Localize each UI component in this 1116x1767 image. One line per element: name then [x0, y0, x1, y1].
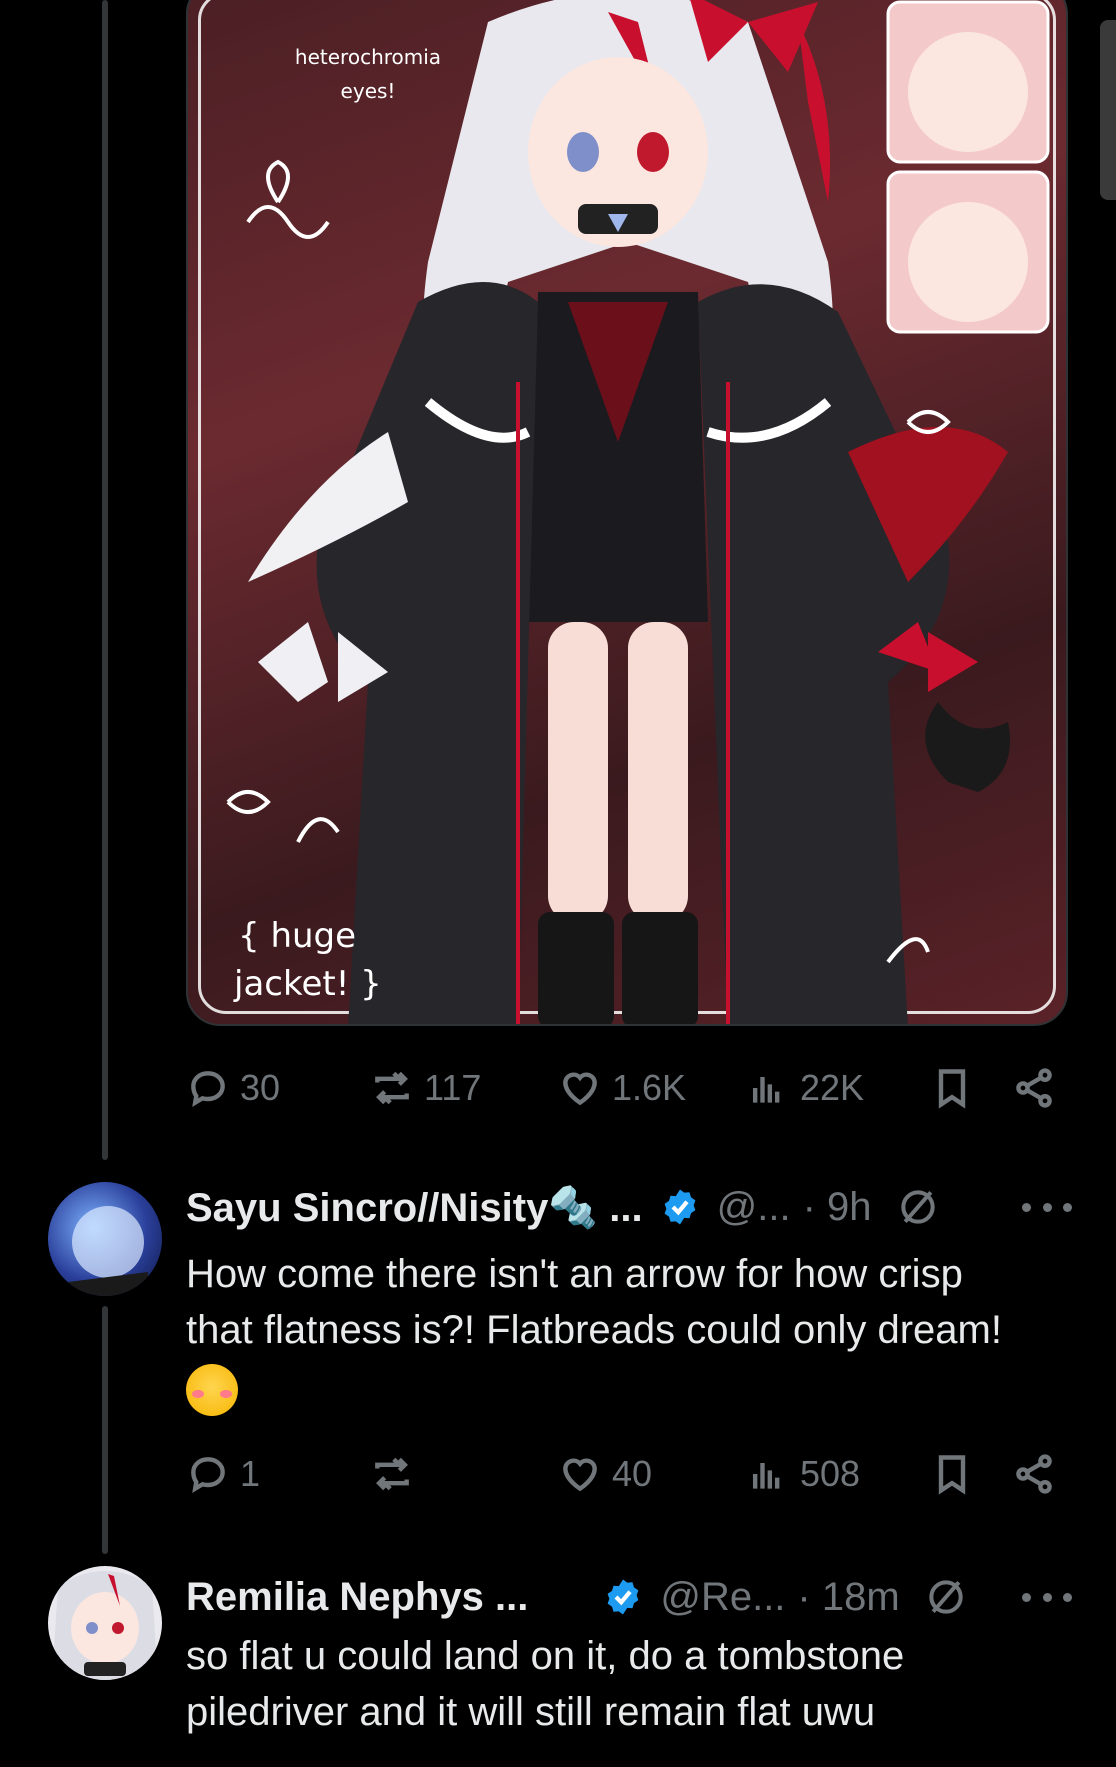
- reply-count: 30: [240, 1067, 281, 1108]
- repost-count: 117: [424, 1067, 482, 1108]
- handle[interactable]: @Re...: [660, 1575, 785, 1620]
- avatar-art: [68, 1206, 148, 1296]
- display-name[interactable]: Remilia Nephys ...: [186, 1575, 528, 1620]
- bookmark-button[interactable]: [930, 1066, 974, 1110]
- more-options-icon[interactable]: [1022, 1197, 1072, 1217]
- like-count: 1.6K: [612, 1067, 687, 1108]
- reply-text-line: that flatness is?! Flatbreads could only…: [186, 1308, 1002, 1352]
- timestamp[interactable]: · 9h: [803, 1185, 872, 1230]
- views-button[interactable]: 22K: [746, 1066, 864, 1110]
- scroll-handle[interactable]: [1100, 20, 1116, 200]
- thread-line-top: [102, 0, 108, 1160]
- character-illustration: [226, 0, 1050, 1024]
- timestamp[interactable]: · 18m: [797, 1575, 899, 1620]
- repost-button[interactable]: 117: [370, 1066, 481, 1110]
- bookmark-button[interactable]: [930, 1452, 974, 1496]
- reply-text-line: How come there isn't an arrow for how cr…: [186, 1252, 963, 1296]
- avatar-art: [52, 1571, 158, 1680]
- verified-badge-icon: [664, 1189, 696, 1225]
- heart-icon: [563, 1072, 597, 1106]
- views-count: 22K: [800, 1067, 865, 1108]
- reply-header: Remilia Nephys ... @Re... · 18m: [186, 1572, 1086, 1622]
- reply-actions: 1 40 508: [186, 1444, 1072, 1504]
- bookmark-icon: [938, 1069, 966, 1109]
- repost-icon: [375, 1457, 409, 1491]
- verified-badge-icon: [607, 1579, 639, 1615]
- reply-header: Sayu Sincro//Nisity🔩 ... @... · 9h: [186, 1182, 1086, 1232]
- reply-button[interactable]: 1: [186, 1452, 260, 1496]
- views-icon: [752, 1077, 780, 1103]
- reply-text: How come there isn't an arrow for how cr…: [186, 1246, 1076, 1417]
- share-button[interactable]: [1012, 1066, 1056, 1110]
- share-icon: [1016, 1454, 1052, 1494]
- thread-line-mid: [102, 1306, 108, 1554]
- reply-count: 1: [240, 1453, 261, 1494]
- like-button[interactable]: 1.6K: [558, 1066, 686, 1110]
- like-count: 40: [612, 1453, 653, 1494]
- display-name[interactable]: Sayu Sincro//Nisity🔩 ...: [186, 1184, 643, 1231]
- reply-icon: [191, 1071, 225, 1108]
- grok-icon[interactable]: [924, 1575, 968, 1619]
- like-button[interactable]: 40: [558, 1452, 652, 1496]
- heart-icon: [563, 1458, 597, 1492]
- bookmark-icon: [938, 1455, 966, 1495]
- grok-icon[interactable]: [896, 1185, 940, 1229]
- avatar[interactable]: [48, 1182, 162, 1296]
- reply-button[interactable]: 30: [186, 1066, 280, 1110]
- reply-text-line: piledriver and it will still remain flat…: [186, 1690, 876, 1734]
- views-button[interactable]: 508: [746, 1452, 860, 1496]
- handle[interactable]: @...: [717, 1185, 791, 1230]
- views-icon: [752, 1463, 780, 1489]
- image-note-huge: { huge: [238, 916, 357, 956]
- share-button[interactable]: [1012, 1452, 1056, 1496]
- share-icon: [1016, 1068, 1052, 1108]
- more-options-icon[interactable]: [1022, 1587, 1072, 1607]
- post-image[interactable]: heterochromia eyes! { huge jacket! }: [186, 0, 1068, 1026]
- repost-icon: [375, 1071, 409, 1105]
- image-note-jacket: jacket! }: [234, 964, 382, 1004]
- post-actions: 30 117 1.6K 22K: [186, 1058, 1072, 1118]
- views-count: 508: [800, 1453, 861, 1494]
- image-note-heterochromia: heterochromia eyes!: [294, 45, 442, 103]
- reply-text-line: so flat u could land on it, do a tombsto…: [186, 1634, 905, 1678]
- smiling-face-emoji: [186, 1364, 238, 1417]
- avatar[interactable]: [48, 1566, 162, 1680]
- reply-icon: [191, 1457, 225, 1494]
- repost-button[interactable]: [370, 1452, 424, 1496]
- reply-text: so flat u could land on it, do a tombsto…: [186, 1628, 1076, 1740]
